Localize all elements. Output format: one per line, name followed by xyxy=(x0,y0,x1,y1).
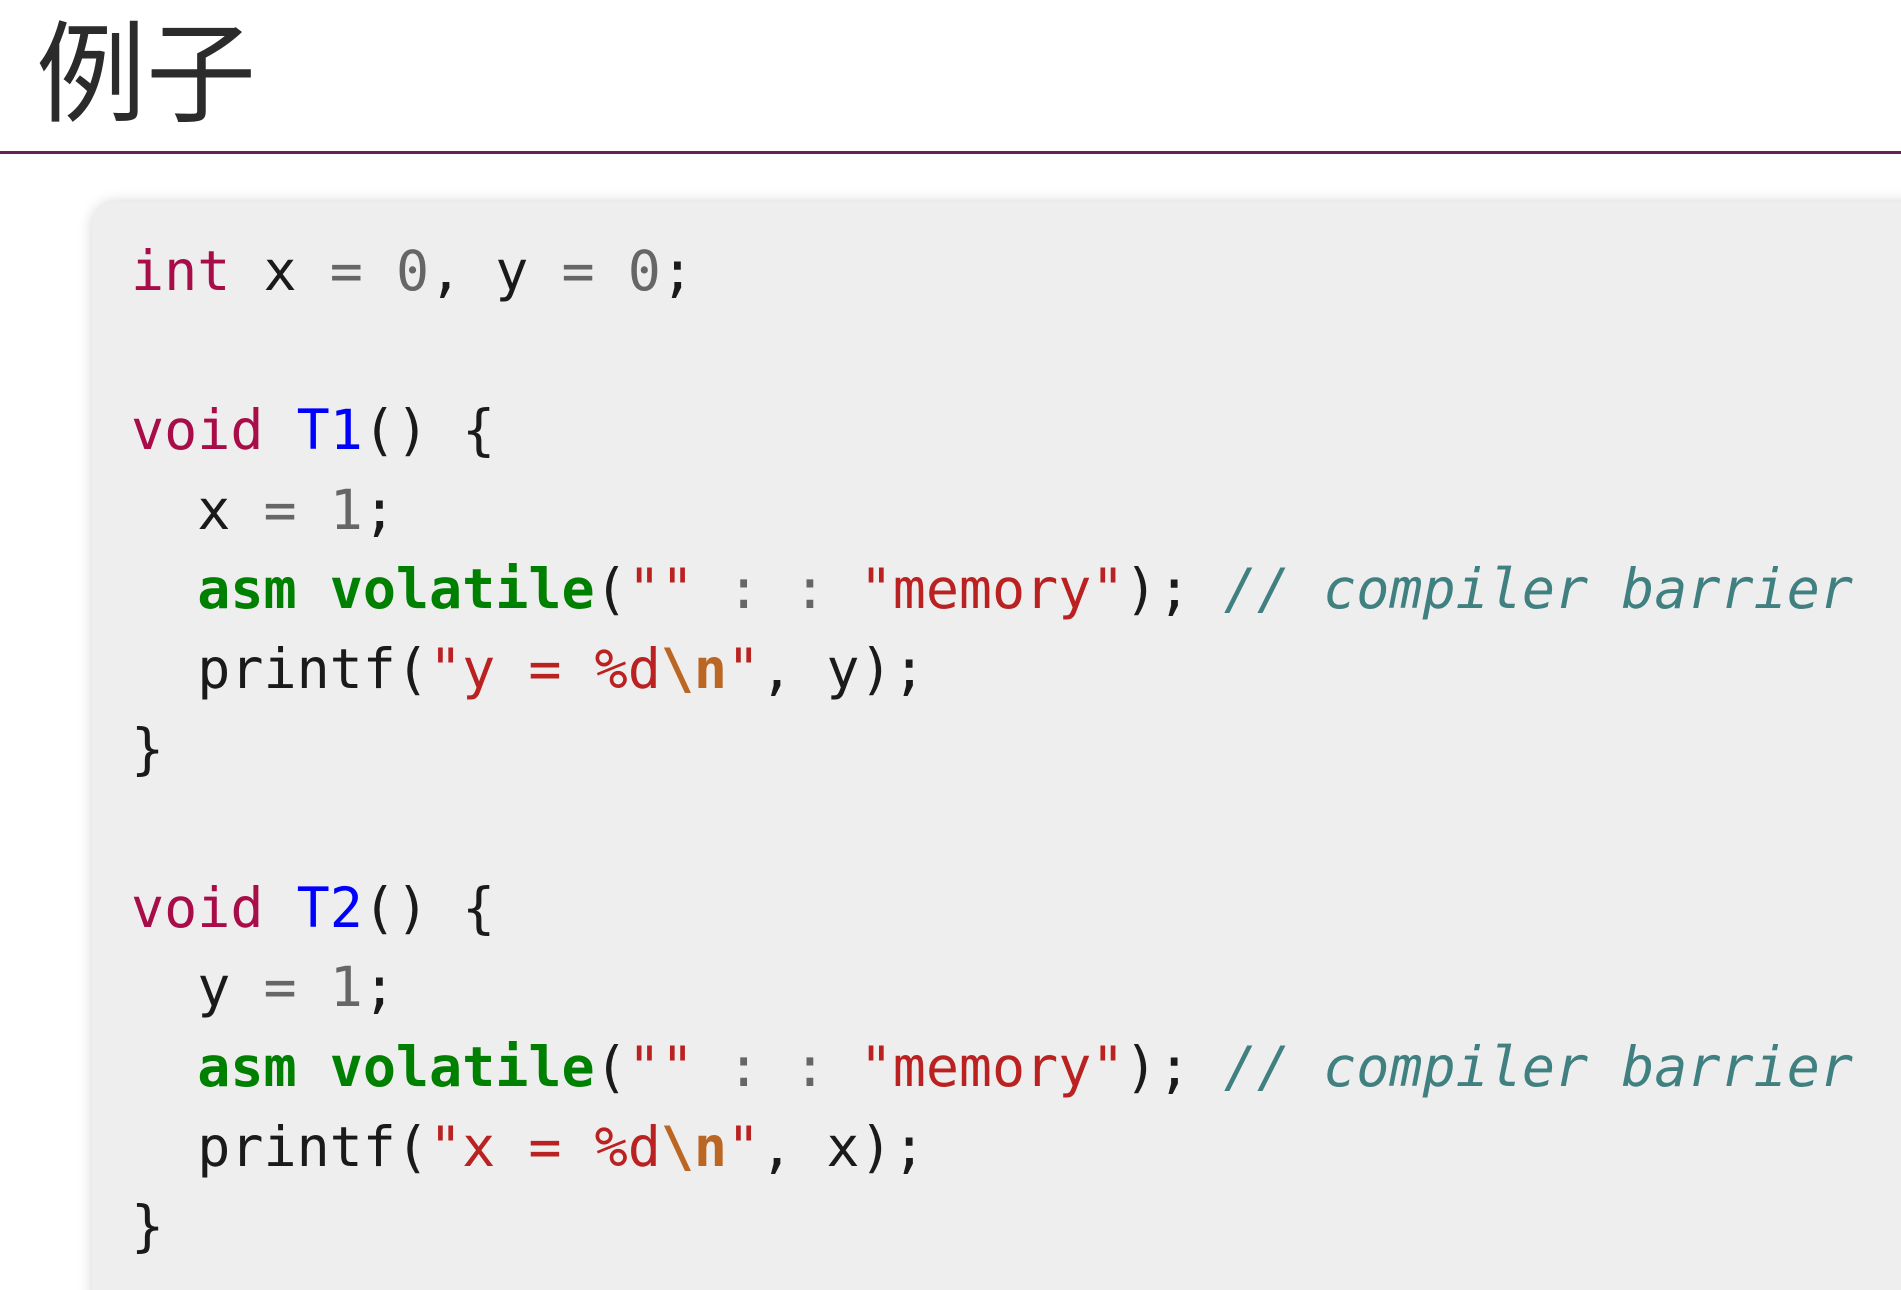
builtin-keyword-token: asm xyxy=(197,557,297,622)
code-block: int x = 0, y = 0;​void T1() { x = 1; asm… xyxy=(92,202,1901,1290)
number-token: 0 xyxy=(395,239,430,303)
function-name-token: T2 xyxy=(296,875,363,940)
builtin-keyword-token: asm xyxy=(197,1034,297,1099)
operator-token: : xyxy=(793,1034,827,1099)
code-text: ; xyxy=(362,477,396,542)
code-line: void T1() { xyxy=(131,391,1853,471)
code-text: , y); xyxy=(760,636,926,701)
code-text: ; xyxy=(362,955,396,1020)
code-line: printf("y = %d\n", y); xyxy=(131,630,1853,710)
code-text: () { xyxy=(362,398,496,463)
code-line: asm volatile("" : : "memory"); // compil… xyxy=(131,550,1853,630)
number-token: 0 xyxy=(627,239,661,303)
operator-token: = xyxy=(263,477,297,542)
escape-token: \n xyxy=(660,1114,728,1179)
code-text: ( xyxy=(594,557,628,622)
function-name-token: T1 xyxy=(296,398,363,463)
string-token: "x = %d xyxy=(429,1114,661,1179)
code-line: printf("x = %d\n", x); xyxy=(131,1108,1853,1188)
section-heading: 例子 xyxy=(36,11,256,139)
code-line: } xyxy=(131,1187,1853,1267)
code-line: x = 1; xyxy=(131,471,1853,551)
comment-token: // compiler barrier xyxy=(1223,557,1853,622)
string-token: " xyxy=(727,636,761,701)
builtin-keyword-token: volatile xyxy=(329,1034,595,1099)
string-token: "y = %d xyxy=(429,636,661,701)
code-text: printf( xyxy=(131,1114,430,1179)
operator-token: : xyxy=(727,1034,761,1099)
page: 例子 int x = 0, y = 0;​void T1() { x = 1; … xyxy=(0,0,1901,1290)
code-text: x xyxy=(131,477,264,542)
code-text: ); xyxy=(1124,557,1224,622)
code-text: ; xyxy=(660,239,695,303)
operator-token: : xyxy=(793,557,827,622)
code-listing: int x = 0, y = 0;​void T1() { x = 1; asm… xyxy=(131,232,1853,1267)
escape-token: \n xyxy=(660,636,728,701)
code-text: , x); xyxy=(760,1114,926,1179)
operator-token: : xyxy=(727,557,761,622)
code-text: x xyxy=(230,239,330,303)
string-token: " xyxy=(727,1114,761,1179)
code-text: () { xyxy=(362,875,496,940)
code-line: } xyxy=(131,710,1853,790)
code-text: ( xyxy=(594,1034,628,1099)
code-text: } xyxy=(131,1194,165,1259)
code-text: printf( xyxy=(131,636,430,701)
code-text: y xyxy=(131,955,264,1020)
comment-token: // compiler barrier xyxy=(1223,1034,1853,1099)
string-token: "" xyxy=(627,557,694,622)
code-text: } xyxy=(131,716,165,781)
builtin-keyword-token: volatile xyxy=(329,557,595,622)
operator-token: = xyxy=(329,239,363,303)
number-token: 1 xyxy=(329,477,363,542)
code-line: asm volatile("" : : "memory"); // compil… xyxy=(131,1028,1853,1108)
code-line: void T2() { xyxy=(131,869,1853,949)
code-line: int x = 0, y = 0; xyxy=(131,232,1853,312)
code-text: ); xyxy=(1124,1034,1224,1099)
keyword-token: int xyxy=(131,239,231,303)
string-token: "memory" xyxy=(859,557,1125,622)
keyword-token: void xyxy=(131,398,264,463)
keyword-token: void xyxy=(131,875,264,940)
string-token: "memory" xyxy=(859,1034,1125,1099)
code-line: y = 1; xyxy=(131,948,1853,1028)
number-token: 1 xyxy=(329,955,363,1020)
code-line: ​ xyxy=(131,312,1853,392)
heading-divider xyxy=(0,151,1901,154)
operator-token: = xyxy=(263,955,297,1020)
operator-token: = xyxy=(561,239,595,303)
string-token: "" xyxy=(627,1034,694,1099)
code-text: , y xyxy=(429,239,562,303)
code-line: ​ xyxy=(131,789,1853,869)
